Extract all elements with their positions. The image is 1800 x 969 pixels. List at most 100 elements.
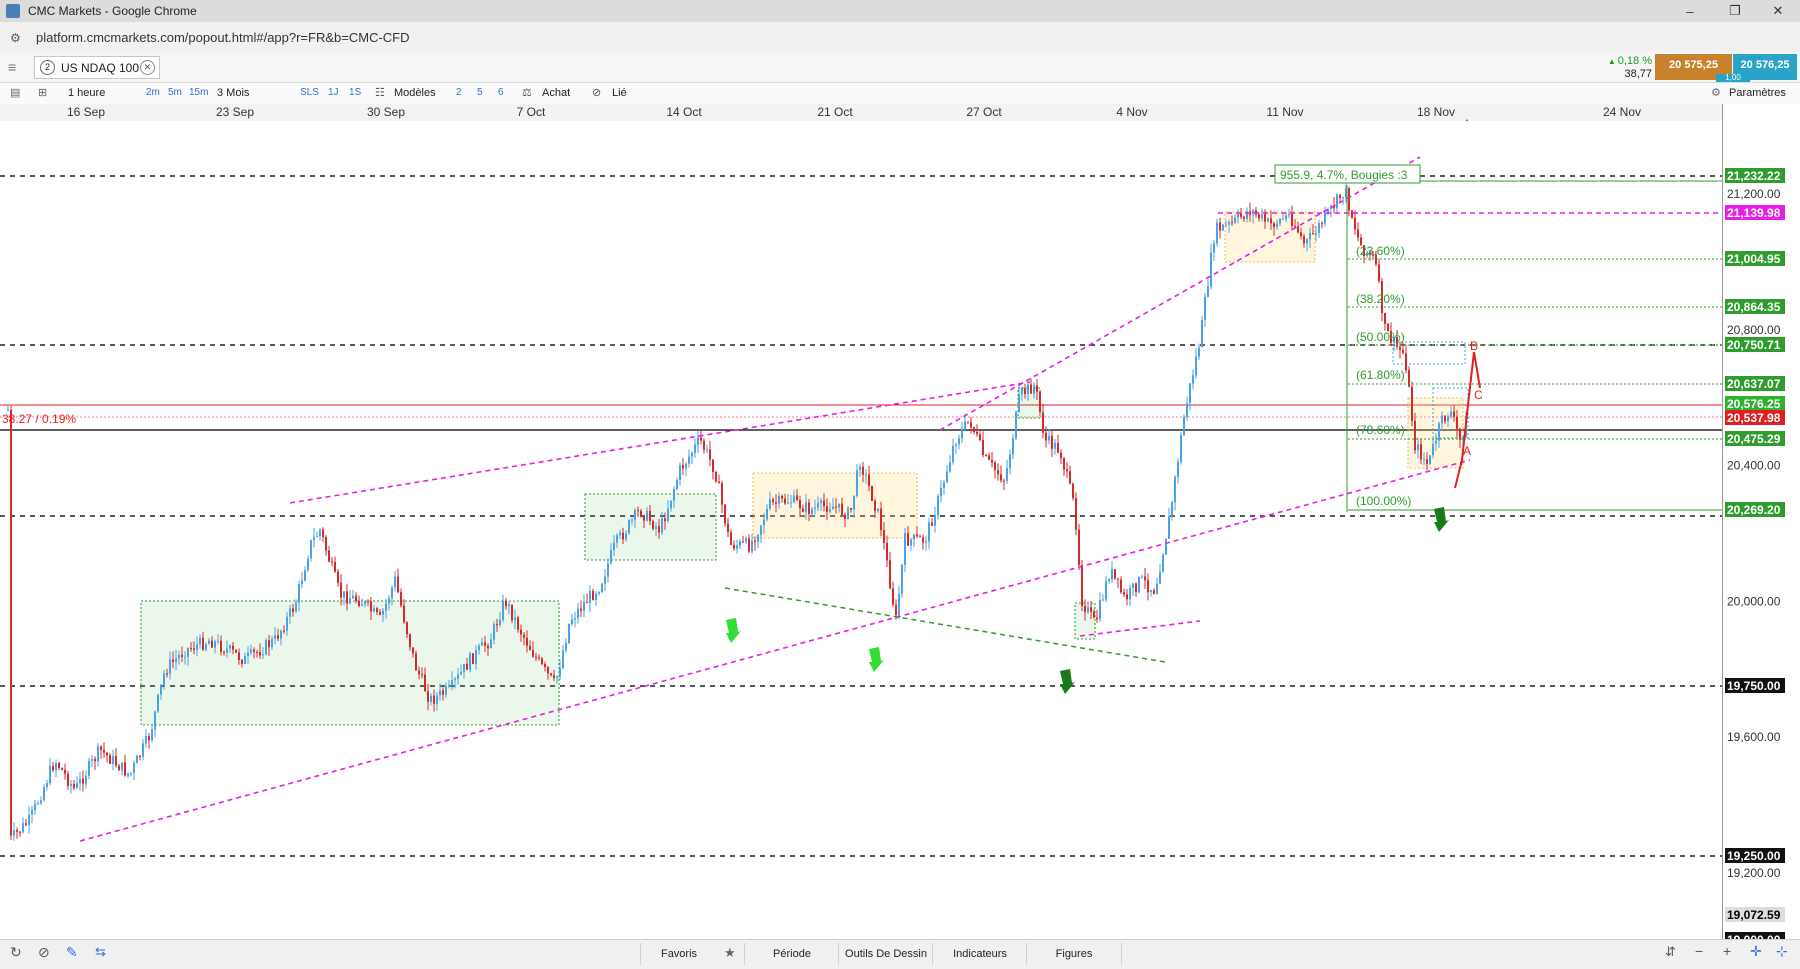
- range-select[interactable]: 3 Mois: [217, 85, 249, 101]
- candle-body: [589, 591, 591, 604]
- candle-body: [1039, 391, 1041, 413]
- candle-body: [724, 504, 726, 524]
- candle-body: [361, 604, 363, 607]
- refresh-icon[interactable]: ↻: [10, 944, 22, 961]
- price-chart[interactable]: (23.60%) (38.20%) (50.00%) (61.80%) (78.…: [0, 121, 1722, 939]
- candle-body: [529, 645, 531, 651]
- price-axis[interactable]: 21,200.00 20,800.00 20,400.00 20,000.00 19,6…: [1722, 104, 1800, 947]
- candle-body: [1423, 459, 1425, 461]
- range-1s[interactable]: 1S: [349, 85, 361, 101]
- chart-type-icon[interactable]: ▤: [10, 85, 20, 101]
- candle-body: [385, 603, 387, 611]
- fib-label: (78.60%): [1356, 423, 1405, 437]
- settings-button[interactable]: Paramètres: [1729, 85, 1786, 101]
- candle-body: [1147, 580, 1149, 593]
- settings-gear-icon[interactable]: ⚙: [1711, 85, 1721, 101]
- candle-body: [553, 675, 555, 678]
- candle-body: [1399, 346, 1401, 350]
- candle-body: [505, 600, 507, 607]
- link-icon[interactable]: ⊘: [592, 85, 601, 101]
- candle-body: [271, 638, 273, 648]
- interval-15m[interactable]: 15m: [189, 85, 208, 101]
- buy-ticket-button[interactable]: Achat: [542, 85, 570, 101]
- scale-icon[interactable]: ⇵: [1665, 944, 1676, 960]
- candle-body: [718, 481, 720, 484]
- candle-body: [1279, 218, 1281, 224]
- candle-body: [985, 454, 987, 456]
- candle-body: [1093, 611, 1095, 618]
- window-title: CMC Markets - Google Chrome: [28, 4, 197, 18]
- range-sls[interactable]: SLS: [300, 85, 319, 101]
- close-button[interactable]: ✕: [1758, 0, 1798, 22]
- wave-label-a: A: [1463, 444, 1471, 458]
- hamburger-menu-icon[interactable]: ≡: [8, 59, 24, 75]
- candle-body: [208, 640, 210, 645]
- crosshair-toggle-icon[interactable]: ✛: [1750, 943, 1762, 960]
- model-6[interactable]: 6: [498, 85, 504, 101]
- candle-body: [502, 600, 504, 620]
- candle-body: [460, 672, 462, 675]
- candle-body: [310, 539, 312, 559]
- candle-body: [814, 507, 816, 509]
- minimize-button[interactable]: –: [1670, 0, 1710, 22]
- interval-5m[interactable]: 5m: [168, 85, 182, 101]
- clear-instrument-icon[interactable]: ✕: [140, 60, 155, 75]
- candle-body: [1030, 384, 1032, 394]
- instrument-selector[interactable]: 2 US NDAQ 100 ✕: [34, 56, 160, 79]
- range-1j[interactable]: 1J: [328, 85, 339, 101]
- crosshair-icon[interactable]: ⇆: [95, 944, 106, 960]
- tab-favorites[interactable]: Favoris: [640, 943, 717, 965]
- candle-body: [91, 758, 93, 761]
- linked-button[interactable]: Lié: [612, 85, 627, 101]
- interval-2m[interactable]: 2m: [146, 85, 160, 101]
- tab-figures[interactable]: Figures: [1026, 943, 1122, 965]
- tab-drawing-tools-label: Outils De Dessin: [845, 948, 927, 960]
- candle-body: [328, 550, 330, 562]
- model-5[interactable]: 5: [477, 85, 483, 101]
- address-bar[interactable]: ⚙ platform.cmcmarkets.com/popout.html#/a…: [0, 22, 1800, 53]
- candle-body: [295, 602, 297, 612]
- star-icon[interactable]: ★: [724, 945, 736, 961]
- candle-body: [709, 449, 711, 460]
- candle-body: [1153, 590, 1155, 594]
- candle-body: [889, 560, 891, 589]
- site-settings-icon[interactable]: ⚙: [10, 31, 24, 45]
- fit-icon[interactable]: ⊹: [1776, 943, 1788, 960]
- candle-body: [451, 680, 453, 685]
- candle-body: [1378, 264, 1380, 282]
- price-tick-label: 21,200.00: [1727, 187, 1781, 201]
- url-text[interactable]: platform.cmcmarkets.com/popout.html#/app…: [36, 30, 410, 45]
- range-box: [140, 600, 560, 726]
- candle-body: [1453, 411, 1455, 417]
- buy-ticket-icon[interactable]: ⚖: [522, 85, 532, 101]
- tab-indicators[interactable]: Indicateurs: [932, 943, 1027, 965]
- price-tag-label: 20,576.25: [1727, 397, 1781, 411]
- candle-body: [1105, 581, 1107, 600]
- maximize-button[interactable]: ❐: [1715, 0, 1755, 22]
- candle-body: [142, 743, 144, 757]
- candle-body: [397, 576, 399, 593]
- zoom-in-icon[interactable]: +: [1723, 943, 1731, 959]
- tab-period[interactable]: Période: [744, 943, 839, 965]
- price-tick-label: 20,800.00: [1727, 323, 1781, 337]
- zoom-out-icon[interactable]: −: [1695, 943, 1703, 959]
- pencil-icon[interactable]: ✎: [66, 944, 78, 961]
- cancel-icon[interactable]: ⊘: [38, 944, 50, 961]
- models-button[interactable]: Modèles: [394, 85, 436, 101]
- candle-body: [1225, 224, 1227, 226]
- candle-body: [445, 686, 447, 695]
- candle-body: [472, 653, 474, 664]
- candle-body: [712, 459, 714, 473]
- interval-select[interactable]: 1 heure: [68, 85, 105, 101]
- model-2[interactable]: 2: [456, 85, 462, 101]
- candle-body: [958, 438, 960, 445]
- models-icon[interactable]: ☷: [375, 85, 385, 101]
- candle-body: [421, 674, 423, 676]
- candle-body: [679, 464, 681, 480]
- tab-drawing-tools[interactable]: Outils De Dessin: [838, 943, 933, 965]
- price-tag-label: 21,004.95: [1727, 252, 1781, 266]
- chart-canvas[interactable]: (23.60%) (38.20%) (50.00%) (61.80%) (78.…: [0, 121, 1722, 939]
- layout-icon[interactable]: ⊞: [38, 85, 47, 101]
- candle-body: [1240, 213, 1242, 217]
- date-label: 23 Sep: [215, 105, 255, 119]
